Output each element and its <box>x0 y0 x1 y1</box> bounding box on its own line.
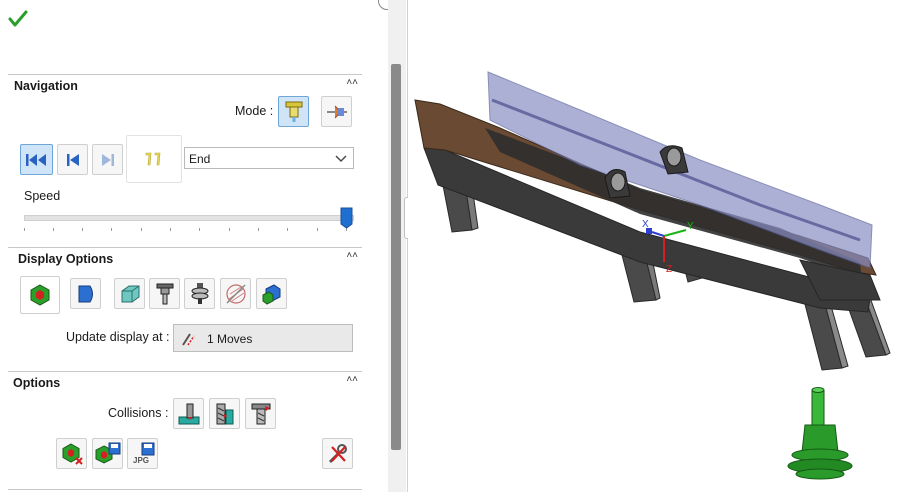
mode-tool-button[interactable] <box>278 96 309 127</box>
pause-icon <box>145 152 161 166</box>
3d-viewport[interactable]: Y X Z <box>408 0 903 492</box>
speed-label: Speed <box>24 189 61 203</box>
save-stock-button[interactable] <box>92 438 123 469</box>
axis-z-label: Z <box>666 264 672 275</box>
navigation-section-header[interactable]: Navigation ˄˄ <box>8 74 362 95</box>
panel-bottom-divider <box>8 489 362 490</box>
chevron-down-icon <box>335 155 347 162</box>
stop-condition-select[interactable]: End <box>184 147 354 169</box>
display-holder-button[interactable] <box>184 278 215 309</box>
axis-y-label: Y <box>687 221 694 232</box>
tool-path-icon <box>326 105 347 118</box>
simulation-scene: Y X Z <box>414 71 891 480</box>
stop-condition-value: End <box>189 152 211 166</box>
scrollbar-thumb[interactable] <box>391 64 401 450</box>
stock-clear-icon <box>62 442 83 465</box>
collision-stock-button[interactable] <box>173 398 204 429</box>
rewind-to-start-button[interactable] <box>20 144 53 175</box>
display-options-title: Display Options <box>18 252 114 266</box>
update-display-moves-button[interactable]: 1 Moves <box>173 324 353 352</box>
display-tool-button[interactable] <box>149 278 180 309</box>
clear-stock-button[interactable] <box>56 438 87 469</box>
tools-settings-icon <box>328 443 347 463</box>
gouge-shapes-icon <box>262 283 280 305</box>
cutting-tool <box>787 387 853 480</box>
collision-holder-button[interactable] <box>209 398 240 429</box>
toolpath-icon <box>225 283 246 304</box>
stock-shape-icon <box>30 284 50 306</box>
collision-stock-icon <box>178 403 199 424</box>
panel-content: Navigation ˄˄ Mode : End Speed Display O… <box>0 0 388 492</box>
speed-slider-ticks <box>24 228 347 231</box>
tool-holder-icon <box>285 101 302 122</box>
update-display-label: Update display at : <box>66 330 170 344</box>
green-checkmark-icon[interactable] <box>8 10 28 28</box>
panel-scrollbar[interactable] <box>388 0 406 492</box>
speed-slider-thumb[interactable] <box>340 207 353 229</box>
moves-step-icon <box>182 333 195 346</box>
collapse-chevron-icon[interactable]: ˄˄ <box>346 374 358 385</box>
part-shape-icon <box>78 285 93 302</box>
speed-slider-track[interactable] <box>24 215 354 221</box>
mode-part-button[interactable] <box>321 96 352 127</box>
display-options-section-header[interactable]: Display Options ˄˄ <box>8 247 362 268</box>
collisions-label: Collisions : <box>108 406 169 420</box>
step-back-icon <box>66 153 79 166</box>
box-shape-icon <box>121 285 139 302</box>
pause-button[interactable] <box>126 135 182 183</box>
skip-to-start-icon <box>25 153 46 166</box>
collapse-chevron-icon[interactable]: ˄˄ <box>346 250 358 261</box>
jpg-icon-label: JPG <box>133 456 150 465</box>
display-fixture-button[interactable] <box>114 278 145 309</box>
update-display-value: 1 Moves <box>207 332 253 346</box>
display-toolpath-button[interactable] <box>220 278 251 309</box>
axis-x-label: X <box>642 219 649 230</box>
display-stock-button[interactable] <box>20 276 60 314</box>
options-settings-button[interactable] <box>322 438 353 469</box>
help-circle-icon[interactable] <box>378 0 388 10</box>
step-back-button[interactable] <box>57 144 88 175</box>
simulation-panel: Navigation ˄˄ Mode : End Speed Display O… <box>0 0 408 492</box>
stock-save-icon <box>95 442 120 464</box>
options-title: Options <box>13 376 61 390</box>
save-jpg-button[interactable]: JPG <box>127 438 158 469</box>
collapse-chevron-icon[interactable]: ˄˄ <box>346 77 358 88</box>
display-gouge-button[interactable] <box>256 278 287 309</box>
collision-tool-icon <box>251 403 270 424</box>
options-section-header[interactable]: Options ˄˄ <box>8 371 362 392</box>
step-forward-button[interactable] <box>92 144 123 175</box>
holder-icon <box>191 282 208 304</box>
navigation-title: Navigation <box>14 79 78 93</box>
step-forward-icon <box>101 153 114 166</box>
mode-label: Mode : <box>235 104 274 118</box>
tool-icon <box>156 283 173 304</box>
display-part-button[interactable] <box>70 278 101 309</box>
collision-tool-button[interactable] <box>245 398 276 429</box>
collision-holder-icon <box>216 403 233 424</box>
